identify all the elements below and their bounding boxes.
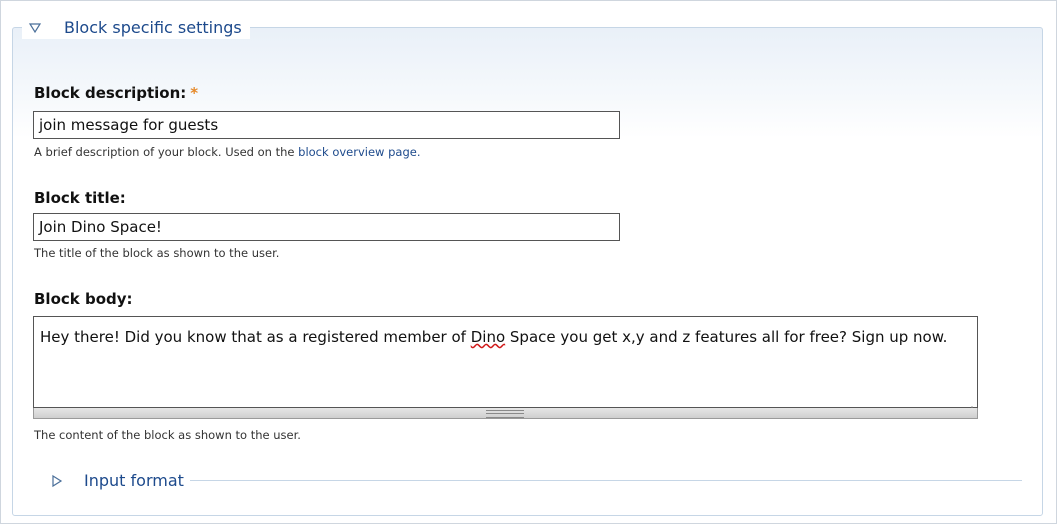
block-body-label: Block body: xyxy=(34,290,133,308)
block-title-label: Block title: xyxy=(34,189,126,207)
block-overview-link[interactable]: block overview page. xyxy=(298,145,420,159)
block-body-text-start: Hey there! Did you know that as a regist… xyxy=(40,328,471,346)
required-marker: * xyxy=(190,84,199,102)
block-body-text-end: Space you get x,y and z features all for… xyxy=(505,328,948,346)
block-title-input[interactable]: Join Dino Space! xyxy=(33,213,620,241)
textarea-resize-grip[interactable] xyxy=(33,408,978,419)
block-title-help: The title of the block as shown to the u… xyxy=(34,246,280,260)
block-description-value: join message for guests xyxy=(39,116,219,134)
block-body-help: The content of the block as shown to the… xyxy=(34,428,301,442)
triangle-down-icon xyxy=(28,20,42,34)
grip-handle-icon xyxy=(486,410,524,418)
block-title-value: Join Dino Space! xyxy=(39,218,162,236)
input-format-legend[interactable]: Input format xyxy=(44,469,190,491)
block-description-label: Block description: * xyxy=(34,84,198,102)
triangle-right-icon xyxy=(50,473,64,488)
block-description-help: A brief description of your block. Used … xyxy=(34,145,420,159)
input-format-fieldset-line xyxy=(44,480,1022,481)
block-description-help-text: A brief description of your block. Used … xyxy=(34,145,299,159)
input-format-title[interactable]: Input format xyxy=(84,471,184,490)
resize-corner-icon xyxy=(965,396,973,414)
block-body-textarea[interactable]: Hey there! Did you know that as a regist… xyxy=(33,316,978,414)
block-settings-legend[interactable]: Block specific settings xyxy=(22,15,250,39)
block-description-input[interactable]: join message for guests xyxy=(33,111,620,139)
block-settings-title[interactable]: Block specific settings xyxy=(64,18,242,37)
misspelled-word: Dino xyxy=(470,328,506,346)
block-description-label-text: Block description: xyxy=(34,84,187,102)
